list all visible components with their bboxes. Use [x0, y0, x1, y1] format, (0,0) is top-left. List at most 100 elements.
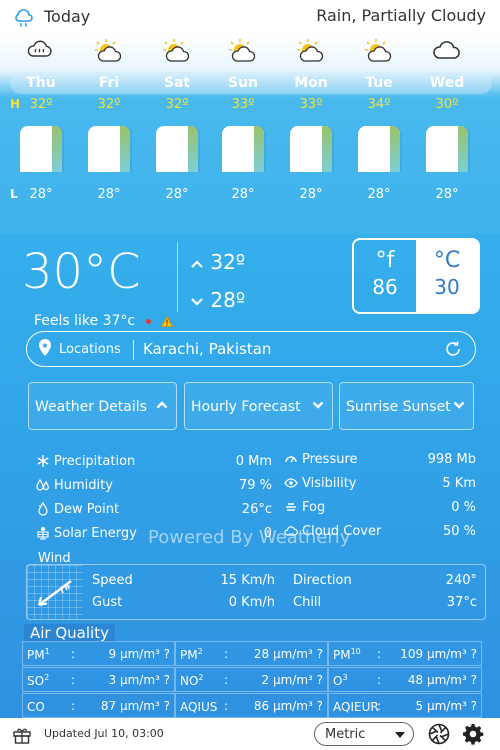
wind-speed-value: 15 Km/h [220, 573, 275, 588]
separator: : [224, 699, 229, 713]
detail-label: Visibility [302, 476, 357, 491]
wind-direction-value: 240° [445, 573, 477, 588]
pollutant-value[interactable]: 109 μm/m³ ? [400, 647, 477, 661]
wind-direction-label: Direction [293, 573, 352, 588]
refresh-icon[interactable] [443, 339, 463, 359]
temperature-bar [20, 126, 62, 172]
detail-label: Solar Energy [54, 526, 137, 541]
day-name: Sun [227, 75, 259, 91]
day-name: Thu [26, 75, 56, 91]
tab-label: Sunrise Sunset [346, 399, 451, 415]
units-select[interactable]: Metric [314, 722, 414, 746]
powered-by-watermark: Powered By Weatherly [148, 527, 351, 548]
weather-logo-icon [15, 9, 33, 27]
temperature-bar [426, 126, 468, 172]
temperature-bar [222, 126, 264, 172]
bar-shade [188, 126, 198, 172]
air-quality-table: PM1: 9 μm/m³ ? PM2: 28 μm/m³ ? PM10: 109 μm/m… [22, 641, 482, 719]
detail-dew-point: Dew Point 26°c [36, 500, 272, 522]
solar-panel-icon [37, 527, 49, 540]
detail-value: 79 % [238, 478, 272, 493]
day-low-temp: 28° [29, 187, 53, 202]
current-condition: Rain, Partially Cloudy [316, 6, 486, 25]
chevron-down-icon [453, 401, 465, 409]
chevron-up-icon [156, 401, 168, 409]
pollutant-value[interactable]: 2 μm/m³ ? [262, 673, 324, 687]
city-name[interactable]: Karachi, Pakistan [143, 340, 271, 358]
detail-value: 26°c [241, 502, 272, 517]
weekly-forecast: H L Thu 32º 28° Fri 32º 28° Sat 32º 28° Sun 33º 28°… [0, 34, 500, 234]
bar-shade [52, 126, 62, 172]
wind-speed-label: Speed [92, 573, 133, 588]
wind-direction-grid [27, 565, 83, 619]
fahrenheit-toggle[interactable]: °f 86 [354, 240, 416, 312]
dew-point-icon [38, 502, 48, 516]
pollutant-value[interactable]: 87 μm/m³ ? [101, 699, 170, 713]
pollutant-value[interactable]: 5 μm/m³ ? [416, 699, 478, 713]
day-low-temp: 28° [97, 187, 121, 202]
temperature-bar [358, 126, 400, 172]
pollutant-name: AQIEUR [333, 700, 379, 714]
day-high-temp: 32º [29, 97, 53, 112]
today-high-value: 32º [210, 250, 246, 274]
air-quality-cell: PM1: 9 μm/m³ ? [22, 641, 175, 666]
detail-label: Humidity [54, 478, 113, 493]
partly-sunny-icon [229, 39, 256, 62]
fahrenheit-value: 86 [372, 275, 398, 299]
separator: : [71, 673, 76, 687]
pollutant-name: PM2 [180, 647, 203, 662]
rain-cloud-icon [27, 40, 52, 57]
locations-button[interactable]: Locations [59, 342, 121, 357]
day-name: Tue [365, 75, 393, 91]
bar-shade [458, 126, 468, 172]
fahrenheit-symbol: °f [375, 248, 395, 273]
location-bar[interactable]: Locations Karachi, Pakistan [26, 331, 476, 367]
pollutant-value[interactable]: 28 μm/m³ ? [254, 647, 323, 661]
detail-label: Fog [302, 500, 326, 515]
aperture-icon[interactable] [428, 723, 450, 745]
tab-hourly-forecast[interactable]: Hourly Forecast [184, 382, 333, 430]
units-select-value: Metric [325, 727, 366, 742]
settings-gear-icon[interactable] [462, 723, 484, 745]
today-low-value: 28º [210, 288, 246, 312]
tab-weather-details[interactable]: Weather Details [28, 382, 177, 430]
detail-value: 998 Mb [427, 452, 476, 467]
detail-visibility: Visibility 5 Km [284, 474, 476, 496]
partly-sunny-icon [297, 39, 324, 62]
air-quality-cell: NO2: 2 μm/m³ ? [175, 667, 328, 692]
humidity-drops-icon [36, 478, 49, 491]
separator: : [224, 673, 229, 687]
unit-toggle: °f 86 °C 30 [352, 238, 480, 314]
detail-pressure: Pressure 998 Mb [284, 450, 476, 472]
detail-value: 50 % [442, 524, 476, 539]
day-high-temp: 34º [367, 97, 391, 112]
day-low-temp: 28° [367, 187, 391, 202]
chevron-down-icon [312, 401, 324, 409]
pollutant-name: PM1 [27, 647, 50, 662]
fog-icon [286, 503, 296, 511]
pollutant-name: SO2 [27, 673, 50, 688]
detail-label: Precipitation [54, 454, 136, 469]
temperature-bar [290, 126, 332, 172]
pollutant-name: PM10 [333, 647, 361, 662]
pollutant-value[interactable]: 3 μm/m³ ? [109, 673, 171, 687]
separator: : [224, 647, 229, 661]
day-high-temp: 30º [435, 97, 459, 112]
tab-sunrise-sunset[interactable]: Sunrise Sunset [339, 382, 474, 430]
wind-gust-label: Gust [92, 595, 123, 610]
bar-shade [120, 126, 130, 172]
gift-icon[interactable] [12, 725, 32, 745]
wind-panel: Speed 15 Km/h Gust 0 Km/h Direction 240°… [26, 564, 486, 620]
info-tabs: Weather Details Hourly Forecast Sunrise … [28, 382, 474, 430]
separator: : [377, 699, 382, 713]
pollutant-value[interactable]: 48 μm/m³ ? [408, 673, 477, 687]
celsius-toggle[interactable]: °C 30 [416, 240, 478, 312]
detail-precipitation: Precipitation 0 Mm [36, 452, 272, 474]
pollutant-name: AQIUS [180, 700, 218, 714]
warning-icon[interactable] [161, 315, 174, 327]
detail-label: Pressure [302, 452, 358, 467]
day-low-temp: 28° [299, 187, 323, 202]
pollutant-value[interactable]: 86 μm/m³ ? [254, 699, 323, 713]
wind-direction-arrow-icon [38, 580, 72, 606]
pollutant-value[interactable]: 9 μm/m³ ? [109, 647, 171, 661]
